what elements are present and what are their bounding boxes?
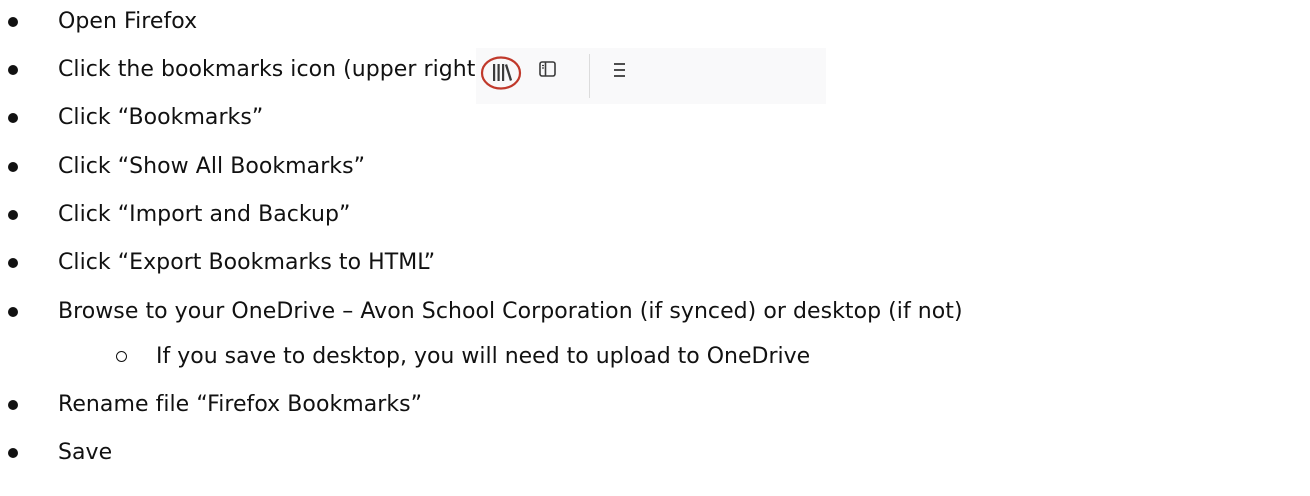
step-text: Click “Show All Bookmarks” [58,154,366,179]
step-text: Rename file “Firefox Bookmarks” [58,392,423,417]
bullet [8,400,18,410]
bullet [8,210,18,220]
bullet [8,448,18,458]
bullet [8,113,18,123]
book-spine [493,64,496,81]
book-leaning [504,64,513,81]
step-text: Open Firefox [58,9,198,34]
highlight-circle [480,56,522,90]
firefox-toolbar-snippet [476,48,826,104]
hamburger-menu-icon[interactable] [609,59,631,81]
step-text: Browse to your OneDrive – Avon School Co… [58,299,963,324]
step-text: Click the bookmarks icon (upper right) [58,57,485,82]
step-text: Save [58,440,113,465]
substep-text: If you save to desktop, you will need to… [156,344,811,369]
step-text: Click “Import and Backup” [58,202,351,227]
library-icon[interactable] [480,55,522,91]
sidebar-icon[interactable] [537,58,559,80]
step-text: Click “Export Bookmarks to HTML” [58,250,436,275]
bullet [8,258,18,268]
book-spine [497,64,500,81]
toolbar-divider [589,54,590,98]
bullet [8,307,18,317]
book-spine [502,64,505,81]
step-text: Click “Bookmarks” [58,105,264,130]
bullet [8,17,18,27]
bullet [8,162,18,172]
bullet [8,65,18,75]
sub-bullet [116,351,127,362]
